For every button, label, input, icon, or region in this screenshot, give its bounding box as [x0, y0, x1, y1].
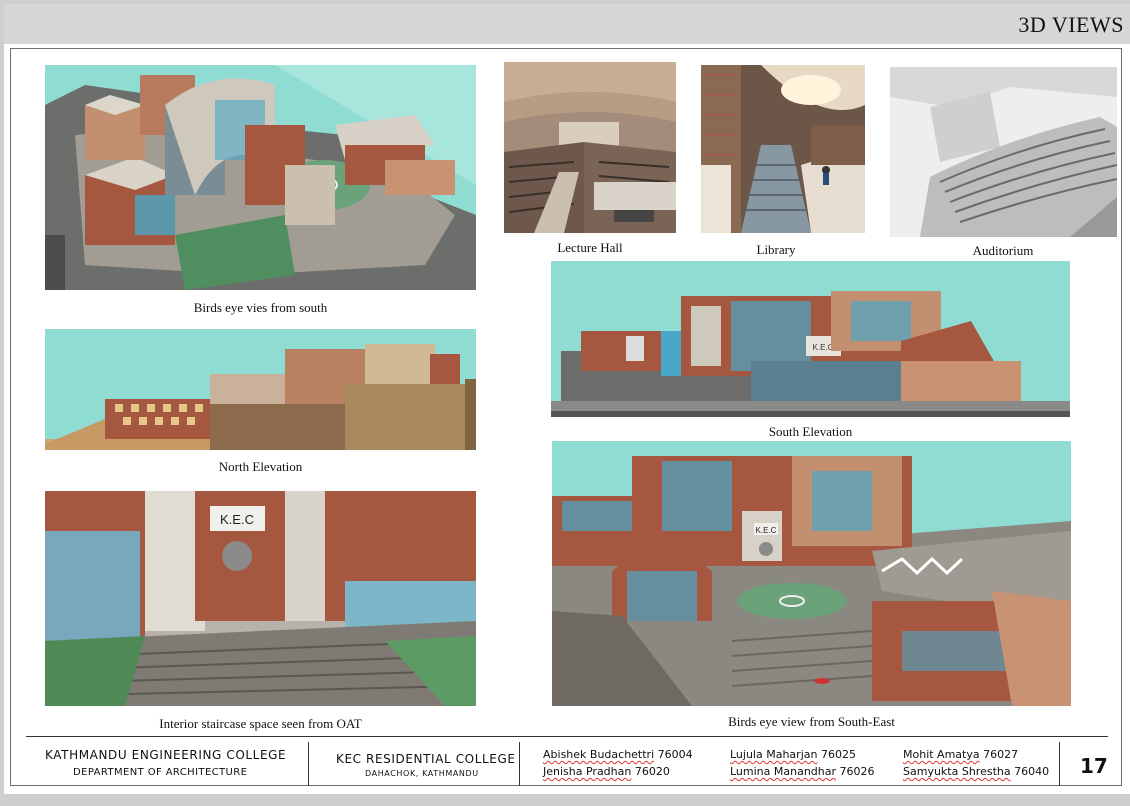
south-elevation-render: K.E.C [551, 261, 1070, 417]
team-member: Abishek Budachettri 76004 [543, 748, 693, 761]
caption-lecture-hall: Lecture Hall [557, 240, 623, 255]
team-member: Jenisha Pradhan 76020 [543, 765, 670, 778]
team-member: Samyukta Shrestha 76040 [903, 765, 1050, 778]
team-member: Mohit Amatya 76027 [903, 748, 1019, 761]
interior-staircase-render: K.E.C [45, 491, 476, 706]
kec-sign-oat: K.E.C [220, 512, 254, 527]
page-number: 17 [1080, 754, 1108, 778]
north-elevation-render [45, 329, 476, 450]
caption-auditorium: Auditorium [972, 243, 1034, 258]
birds-eye-southeast-render: K.E.C [552, 441, 1071, 706]
caption-birds-eye-southeast: Birds eye view from South-East [728, 714, 895, 729]
sheet-header-bar: 3D VIEWS [4, 4, 1130, 44]
footer-separator [308, 742, 309, 786]
caption-interior-staircase: Interior staircase space seen from OAT [159, 716, 362, 731]
kec-sign-south-elevation: K.E.C [813, 343, 834, 352]
team-member: Lujula Maharjan 76025 [730, 748, 856, 761]
sheet-title: 3D VIEWS [1018, 12, 1124, 37]
footer-divider [26, 736, 1108, 737]
footer-college: KATHMANDU ENGINEERING COLLEGE [45, 748, 287, 762]
birds-eye-south-render [45, 65, 476, 290]
auditorium-render [890, 67, 1117, 237]
team-member: Lumina Manandhar 76026 [730, 765, 875, 778]
caption-library: Library [756, 242, 796, 257]
footer-project: KEC RESIDENTIAL COLLEGE [336, 752, 516, 766]
lecture-hall-render [504, 62, 676, 233]
caption-north-elevation: North Elevation [218, 459, 303, 474]
caption-birds-eye-south: Birds eye vies from south [193, 300, 328, 315]
footer-separator [1059, 742, 1060, 786]
footer-location: DAHACHOK, KATHMANDU [365, 769, 479, 778]
kec-sign-southeast: K.E.C [756, 526, 777, 535]
footer-department: DEPARTMENT OF ARCHITECTURE [73, 767, 248, 778]
footer-separator [519, 742, 520, 786]
library-render [701, 65, 865, 233]
caption-south-elevation: South Elevation [768, 424, 853, 439]
